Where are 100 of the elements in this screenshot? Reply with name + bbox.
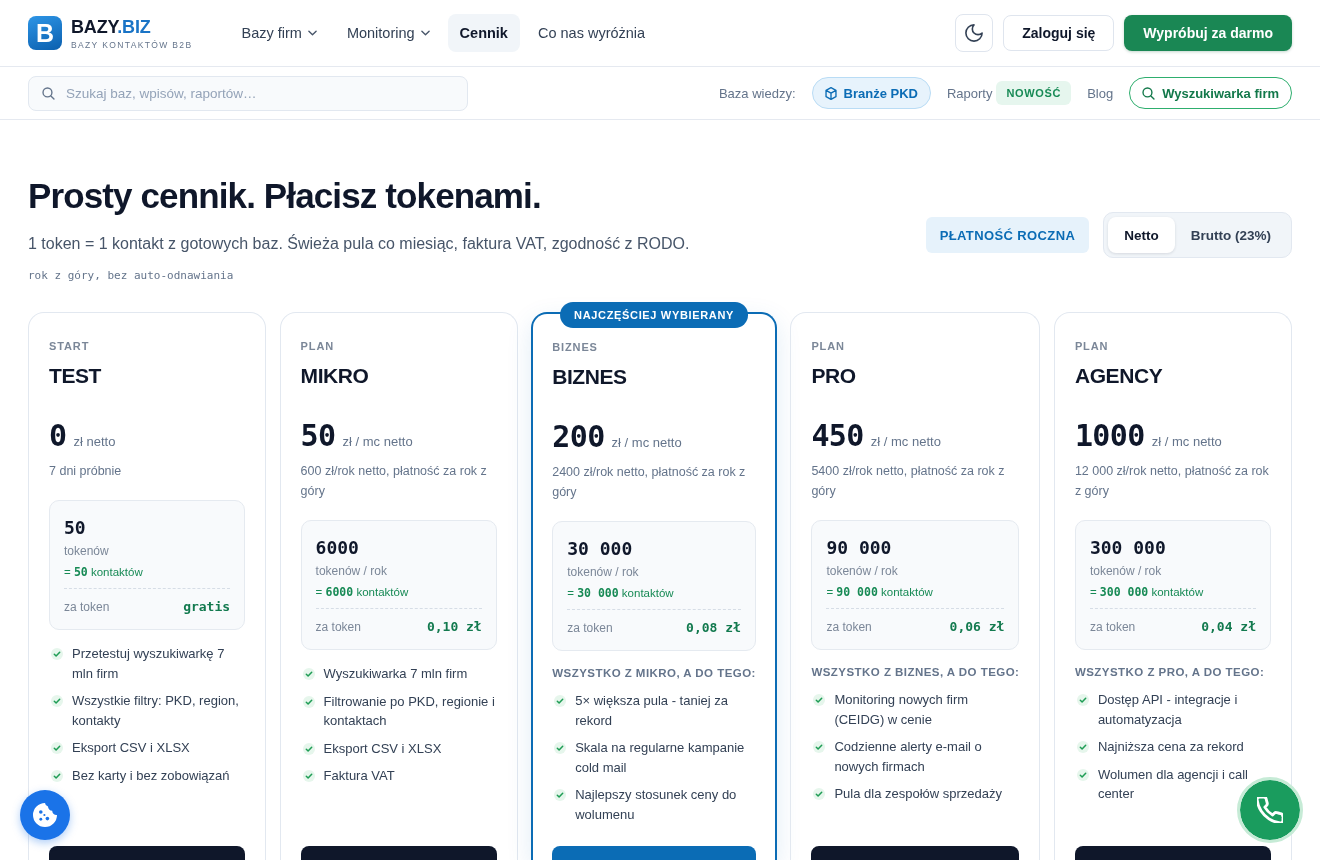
text-link[interactable]: Raporty xyxy=(946,85,993,101)
plan-name: TEST xyxy=(49,363,102,389)
category-link[interactable]: Branże PKD xyxy=(811,77,931,109)
features-heading: WSZYSTKO Z PRO, A DO TEGO: xyxy=(1074,665,1266,680)
page-subtitle: 1 token = 1 kontakt z gotowych baz. Świeża pula co miesiąc, faktura VAT, zgodność z RODO. xyxy=(28,233,691,254)
plan-name: MIKRO xyxy=(300,363,370,389)
features-heading: WSZYSTKO Z BIZNES, A DO TEGO: xyxy=(811,665,1020,680)
feature-text: Przetestuj wyszukiwarkę 7 mln firm xyxy=(72,645,226,683)
plan-name: AGENCY xyxy=(1074,363,1164,389)
feature-text: Najlepszy stosunek ceny do wolumenu xyxy=(575,786,738,824)
feature-text: Dostęp API - integracje i automatyzacja xyxy=(1097,691,1239,729)
login-button[interactable]: Zaloguj się xyxy=(1003,15,1115,51)
search-icon xyxy=(42,86,55,100)
price-unit: zł / mc netto xyxy=(611,434,682,452)
feature-text: Filtrowanie po PKD, regionie i kontaktach xyxy=(323,692,496,730)
check-icon xyxy=(554,742,567,754)
contacts-line: = 6000 kontaktów xyxy=(315,584,410,600)
phone-icon xyxy=(1257,797,1283,823)
plan-price: 50 xyxy=(300,417,336,455)
per-token-price: gratis xyxy=(183,598,231,616)
plan-price: 1000 xyxy=(1074,417,1145,455)
per-token-price: 0,04 zł xyxy=(1201,618,1256,636)
check-icon xyxy=(554,789,567,801)
check-icon xyxy=(302,695,315,708)
plan-label: START xyxy=(49,339,91,353)
plan-note: 5400 zł/rok netto, płatność za rok z góry xyxy=(811,463,1006,500)
price-unit: zł / mc netto xyxy=(870,433,941,451)
popular-badge: NAJCZĘŚCIEJ WYBIERANY xyxy=(560,302,748,328)
plan-name: BIZNES xyxy=(552,364,628,390)
per-token-label: za token xyxy=(826,619,872,636)
check-icon xyxy=(813,741,826,753)
brand-name: BAZY.BIZ xyxy=(71,16,152,37)
token-count: 300 000 xyxy=(1089,537,1167,559)
plan-note: 12 000 zł/rok netto, płatność za rok z góry xyxy=(1074,463,1270,500)
plan-note: 2400 zł/rok netto, płatność za rok z góry xyxy=(552,464,747,501)
toggle-option[interactable]: Netto xyxy=(1108,217,1175,253)
plan-note: 7 dni próbnie xyxy=(49,463,123,480)
theme-toggle-button[interactable] xyxy=(955,14,994,52)
text-link[interactable]: Blog xyxy=(1087,85,1114,101)
search-icon xyxy=(1142,86,1156,100)
knowledge-label: Baza wiedzy: xyxy=(718,85,796,101)
feature-text: Skala na regularne kampanie cold mail xyxy=(575,739,746,777)
per-token-price: 0,10 zł xyxy=(426,618,482,636)
per-token-label: za token xyxy=(315,619,361,636)
plan-label: PLAN xyxy=(1074,339,1110,353)
check-icon xyxy=(51,695,63,707)
token-unit: tokenów / rok xyxy=(567,564,640,581)
check-icon xyxy=(813,788,826,800)
features-heading: WSZYSTKO Z MIKRO, A DO TEGO: xyxy=(552,666,756,681)
plan-label: PLAN xyxy=(300,339,336,353)
token-unit: tokenów / rok xyxy=(315,563,388,580)
feature-text: Wszystkie filtry: PKD, region, kontakty xyxy=(72,692,240,730)
check-icon xyxy=(302,770,315,782)
nav-link[interactable]: Monitoring xyxy=(334,14,442,52)
cube-icon xyxy=(824,86,837,100)
token-unit: tokenów / rok xyxy=(826,563,899,580)
token-unit: tokenów xyxy=(64,543,110,560)
check-icon xyxy=(302,668,315,680)
nav-link[interactable]: Cennik xyxy=(447,14,520,52)
price-unit: zł / mc netto xyxy=(342,433,413,451)
check-icon xyxy=(51,742,63,754)
trial-button[interactable]: Wypróbuj za darmo xyxy=(1124,15,1292,51)
chevron-down-icon xyxy=(307,30,317,36)
logo-mark[interactable]: B xyxy=(28,16,62,50)
check-icon xyxy=(51,648,63,660)
plan-button[interactable] xyxy=(300,846,497,860)
feature-text: Codzienne alerty e-mail o nowych firmach xyxy=(834,738,983,776)
price-unit: zł netto xyxy=(73,433,116,451)
per-token-price: 0,08 zł xyxy=(686,619,741,637)
per-token-label: za token xyxy=(64,599,110,616)
plan-price: 200 xyxy=(552,418,605,456)
plan-button[interactable] xyxy=(811,846,1020,860)
brand-tagline: BAZY KONTAKTÓW B2B xyxy=(71,39,193,50)
plan-button[interactable] xyxy=(49,846,246,860)
plan-label: PLAN xyxy=(811,339,846,353)
contacts-line: = 300 000 kontaktów xyxy=(1089,584,1205,600)
moon-icon xyxy=(965,24,984,42)
contacts-line: = 30 000 kontaktów xyxy=(567,585,675,601)
plan-label: BIZNES xyxy=(552,340,599,354)
billing-badge: PŁATNOŚĆ ROCZNA xyxy=(925,217,1090,253)
cookie-button[interactable] xyxy=(20,790,70,840)
search-field[interactable]: Szukaj baz, wpisów, raportów… xyxy=(28,75,468,111)
plan-button[interactable] xyxy=(552,846,756,860)
check-icon xyxy=(554,695,567,707)
per-token-price: 0,06 zł xyxy=(949,618,1005,636)
check-icon xyxy=(813,694,826,706)
check-icon xyxy=(1076,694,1089,706)
per-token-label: za token xyxy=(1089,619,1136,636)
contacts-line: = 90 000 kontaktów xyxy=(826,584,934,600)
nav-link[interactable]: Co nas wyróżnia xyxy=(525,14,658,52)
feature-text: Monitoring nowych firm (CEIDG) w cenie xyxy=(834,691,970,729)
token-unit: tokenów / rok xyxy=(1089,563,1163,580)
toggle-option[interactable]: Brutto (23%) xyxy=(1174,217,1287,253)
nav-link[interactable]: Bazy firm xyxy=(229,14,329,52)
token-count: 90 000 xyxy=(826,537,893,559)
price-unit: zł / mc netto xyxy=(1151,433,1222,451)
feature-text: Faktura VAT xyxy=(323,767,395,785)
feature-text: Pula dla zespołów sprzedaży xyxy=(834,785,1003,803)
feature-text: 5× większa pula - taniej za rekord xyxy=(575,692,730,730)
feature-text: Wolumen dla agencji i call center xyxy=(1097,765,1249,803)
